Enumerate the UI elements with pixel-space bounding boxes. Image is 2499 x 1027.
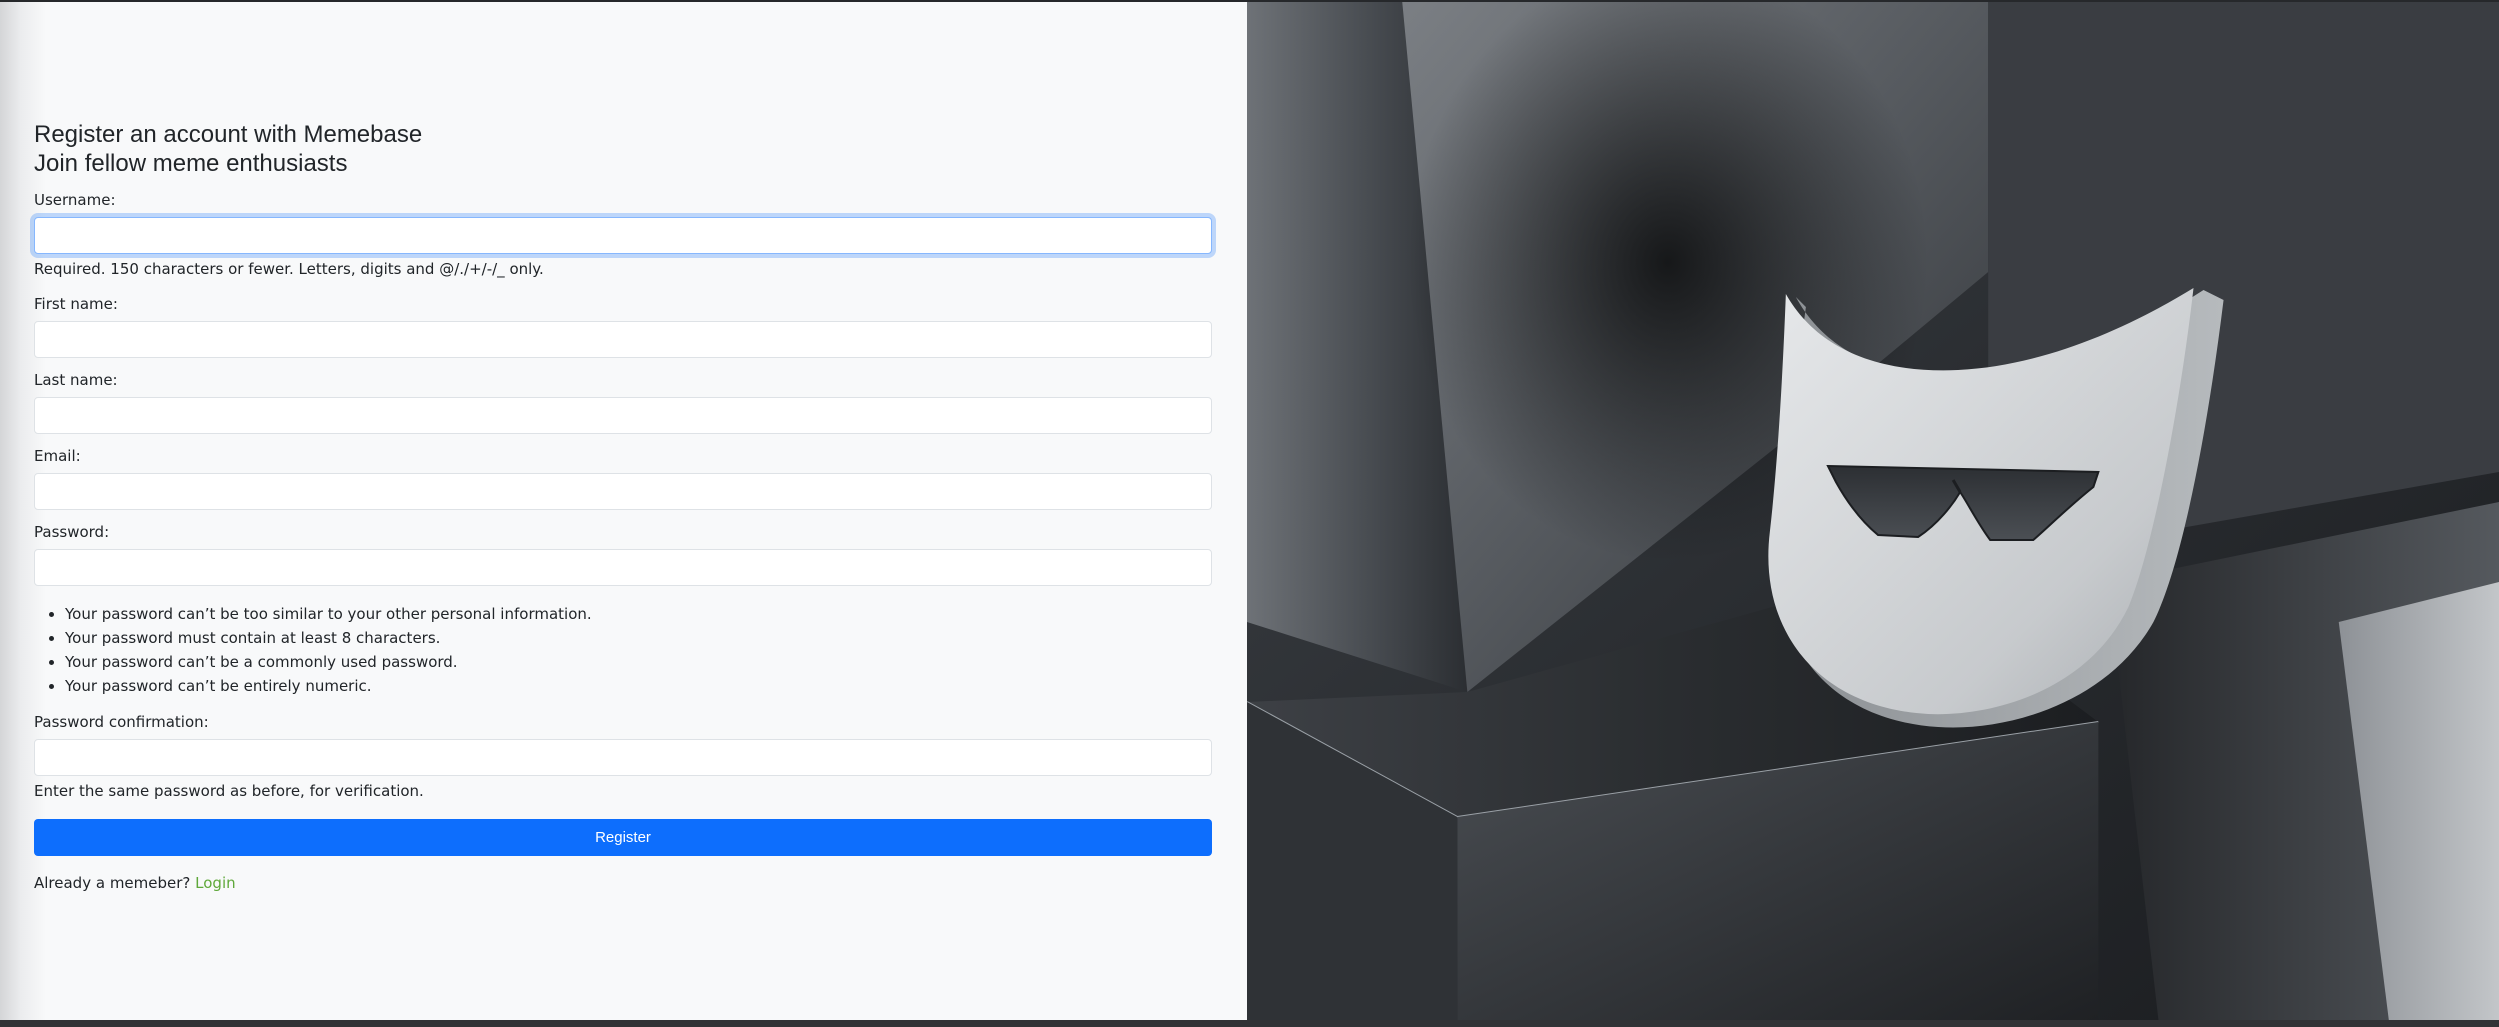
page-subtitle: Join fellow meme enthusiasts: [34, 150, 348, 177]
password-field-group: Password: Your password can’t be too sim…: [34, 522, 1212, 698]
login-prompt: Already a memeber? Login: [34, 873, 1212, 893]
username-input[interactable]: [34, 217, 1212, 254]
first-name-label: First name:: [34, 295, 118, 313]
register-form: Register an account with Memebase Join f…: [34, 120, 1212, 893]
last-name-field-group: Last name:: [34, 370, 1212, 434]
email-label: Email:: [34, 447, 81, 465]
username-label: Username:: [34, 191, 116, 209]
password-rule-item: Your password can’t be too similar to yo…: [65, 602, 1212, 626]
window-bottom-edge: [0, 1020, 2499, 1027]
password-rule-item: Your password must contain at least 8 ch…: [65, 626, 1212, 650]
password-confirmation-help-text: Enter the same password as before, for v…: [34, 782, 424, 800]
password-input[interactable]: [34, 549, 1212, 586]
email-input[interactable]: [34, 473, 1212, 510]
email-field-group: Email:: [34, 446, 1212, 510]
hero-illustration: [1247, 2, 2499, 1020]
register-panel: Register an account with Memebase Join f…: [0, 2, 1247, 1020]
password-label: Password:: [34, 523, 110, 541]
username-help-text: Required. 150 characters or fewer. Lette…: [34, 260, 544, 278]
last-name-input[interactable]: [34, 397, 1212, 434]
password-confirmation-label: Password confirmation:: [34, 713, 209, 731]
password-confirmation-input[interactable]: [34, 739, 1212, 776]
hero-image-panel: [1247, 2, 2499, 1020]
last-name-label: Last name:: [34, 371, 118, 389]
first-name-input[interactable]: [34, 321, 1212, 358]
password-confirmation-field-group: Password confirmation: Enter the same pa…: [34, 712, 1212, 801]
password-rule-item: Your password can’t be a commonly used p…: [65, 650, 1212, 674]
register-button[interactable]: Register: [34, 819, 1212, 856]
login-prompt-text: Already a memeber?: [34, 874, 191, 892]
password-rules-list: Your password can’t be too similar to yo…: [34, 602, 1212, 698]
username-field-group: Username: Required. 150 characters or fe…: [34, 190, 1212, 279]
login-link[interactable]: Login: [195, 874, 235, 892]
first-name-field-group: First name:: [34, 294, 1212, 358]
page-title: Register an account with Memebase: [34, 121, 423, 148]
app-window: Register an account with Memebase Join f…: [0, 0, 2499, 1020]
password-rule-item: Your password can’t be entirely numeric.: [65, 674, 1212, 698]
